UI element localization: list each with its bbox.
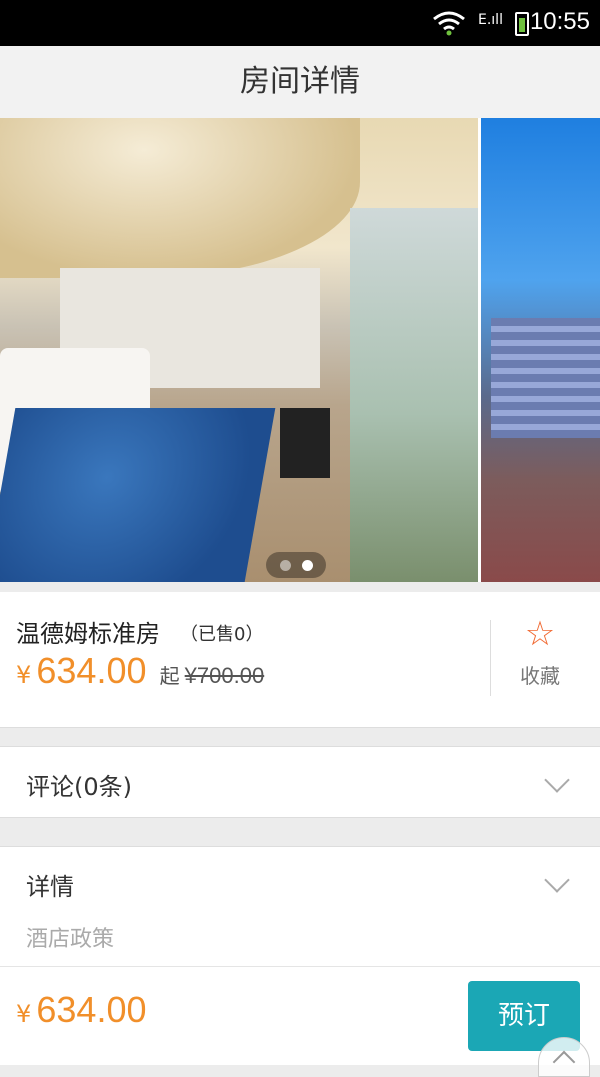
carousel-dot-2 [302, 560, 313, 571]
details-section[interactable]: 详情 酒店政策 [0, 846, 600, 976]
hotel-policy-label: 酒店政策 [26, 927, 115, 952]
price-row: ¥ 634.00 起 ¥700.00 [16, 650, 264, 692]
room-price: 634.00 [36, 650, 147, 691]
room-name: 温德姆标准房 [16, 620, 160, 648]
hotel-exterior-photo [478, 118, 600, 582]
chevron-down-icon [544, 767, 570, 793]
room-photo-carpet [0, 408, 276, 582]
battery-icon [515, 12, 529, 36]
status-bar: E.ıll 10:55 [0, 0, 600, 46]
room-photo-tv [280, 408, 330, 478]
favorite-button[interactable]: ☆ 收藏 [500, 616, 580, 689]
chevron-down-icon [544, 867, 570, 893]
room-photo [0, 118, 478, 582]
wifi-icon [433, 11, 465, 36]
reviews-label: 评论(0条) [26, 773, 132, 801]
signal-icon: E.ıll [478, 12, 503, 28]
chevron-up-icon[interactable] [538, 1037, 590, 1077]
page-title: 房间详情 [0, 46, 600, 118]
favorite-label: 收藏 [520, 664, 560, 688]
divider [490, 620, 491, 696]
price-from-label: 起 [159, 664, 180, 688]
footer-price: 634.00 [36, 989, 147, 1030]
sold-count: （已售0） [180, 624, 264, 645]
status-time: 10:55 [529, 8, 590, 35]
carousel-dot-1 [280, 560, 291, 571]
reviews-section[interactable]: 评论(0条) [0, 746, 600, 818]
details-label: 详情 [26, 873, 74, 901]
footer-price-row: ¥ 634.00 [16, 989, 146, 1031]
currency-symbol: ¥ [16, 661, 32, 689]
room-info-card: 温德姆标准房 （已售0） ¥ 634.00 起 ¥700.00 ☆ 收藏 [0, 592, 600, 728]
footer-currency-symbol: ¥ [16, 1000, 32, 1028]
original-price: ¥700.00 [184, 663, 265, 688]
room-photo-window [350, 208, 478, 582]
star-icon: ☆ [524, 614, 556, 654]
carousel-indicator [266, 552, 326, 578]
room-image-carousel[interactable] [0, 118, 600, 582]
hotel-building [491, 318, 600, 438]
room-photo-ceiling [0, 118, 360, 278]
booking-footer: ¥ 634.00 预订 [0, 966, 600, 1077]
